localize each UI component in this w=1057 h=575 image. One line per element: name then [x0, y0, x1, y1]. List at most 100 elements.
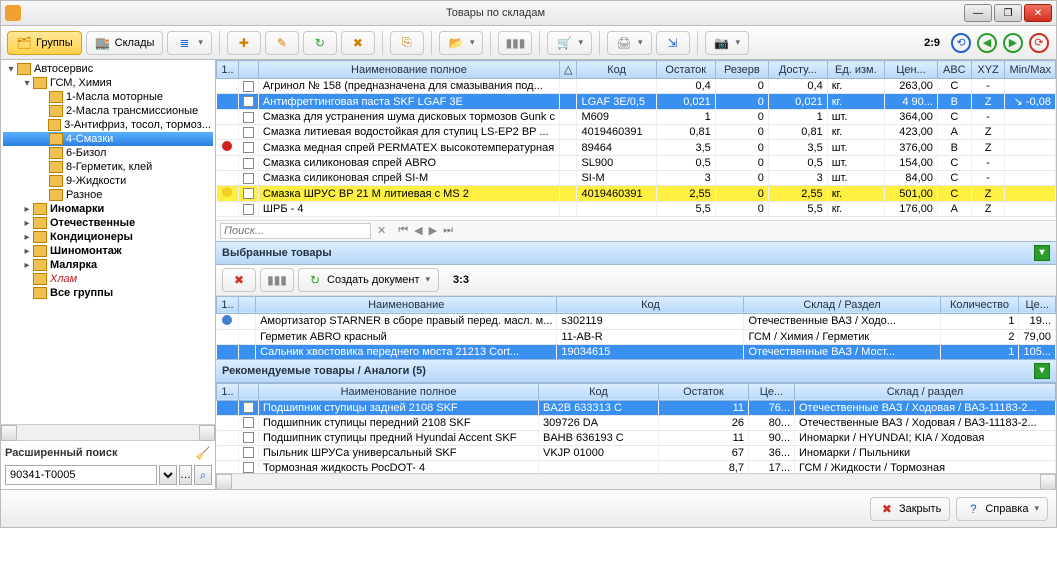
column-header[interactable] [238, 296, 255, 313]
table-row[interactable]: Сальник хвостовика переднего моста 21213… [217, 344, 1056, 359]
column-header[interactable]: ABC [937, 61, 971, 79]
tb-refresh-icon[interactable]: ↻ [303, 31, 337, 55]
tree-node[interactable]: ▸Шиномонтаж [3, 244, 213, 258]
search-more-button[interactable]: … [179, 465, 192, 485]
nav-next-icon[interactable]: ▶ [1003, 33, 1023, 53]
column-header[interactable]: Наименование полное [259, 383, 539, 400]
barcode-selected-button[interactable]: ▮▮▮ [260, 268, 294, 292]
close-button[interactable]: ✖Закрыть [870, 497, 950, 521]
groups-button[interactable]: 🗂Группы [7, 31, 82, 55]
minimize-button[interactable]: — [964, 4, 992, 22]
column-header[interactable]: Склад / раздел [795, 383, 1056, 400]
row-checkbox[interactable] [243, 188, 254, 199]
help-button[interactable]: ?Справка▾ [956, 497, 1048, 521]
table-row[interactable]: Смазка силиконовая спрей SI-MSI-M303шт.8… [217, 171, 1056, 186]
table-row[interactable]: Смазка ШРУС BP 21 M литиевая с MS 240194… [217, 186, 1056, 202]
close-window-button[interactable]: ✕ [1024, 4, 1052, 22]
tb-open-icon[interactable]: 📂▾ [439, 31, 484, 55]
column-header[interactable]: Остаток [659, 383, 749, 400]
column-header[interactable]: 1.. [217, 383, 239, 400]
tree-node[interactable]: ▸Малярка [3, 258, 213, 272]
search-input[interactable] [5, 465, 157, 485]
row-checkbox[interactable] [243, 96, 254, 107]
column-header[interactable]: Наименование полное [258, 61, 559, 79]
table-row[interactable]: Смазка для устранения шума дисковых торм… [217, 110, 1056, 125]
filter-last-icon[interactable]: ⏭ [441, 224, 455, 237]
search-go-button[interactable]: ⌕ [194, 465, 212, 485]
recommended-grid[interactable]: 1..Наименование полноеКодОстатокЦе...Скл… [216, 383, 1056, 474]
column-header[interactable]: Код [557, 296, 744, 313]
filter-first-icon[interactable]: ⏮ [396, 224, 410, 237]
collapse-selected-icon[interactable]: ▾ [1034, 245, 1050, 261]
tree-node[interactable]: 6-Бизол [3, 146, 213, 160]
row-checkbox[interactable] [243, 112, 254, 123]
row-checkbox[interactable] [243, 81, 254, 92]
row-checkbox[interactable] [243, 127, 254, 138]
table-row[interactable]: Подшипник ступицы предний Hyundai Accent… [217, 430, 1056, 445]
column-header[interactable] [239, 383, 259, 400]
column-header[interactable]: Код [539, 383, 659, 400]
search-dropdown[interactable] [159, 465, 177, 485]
nav-last-icon[interactable]: ⟳ [1029, 33, 1049, 53]
remove-selected-button[interactable]: ✖ [222, 268, 256, 292]
row-checkbox[interactable] [243, 432, 254, 443]
tree-node[interactable]: ▾ГСМ, Химия [3, 76, 213, 90]
tree-node[interactable]: ▸Иномарки [3, 202, 213, 216]
column-header[interactable]: △ [559, 61, 576, 79]
grid-h-scrollbar[interactable] [216, 473, 1056, 489]
column-header[interactable]: 1.. [217, 61, 239, 79]
filter-prev-icon[interactable]: ◀ [412, 224, 424, 237]
products-grid[interactable]: 1.. Наименование полное△КодОстатокРезервД… [216, 60, 1056, 217]
column-header[interactable]: Наименование [256, 296, 557, 313]
table-row[interactable]: ШРБ - 45,505,5кг.176,00AZ [217, 202, 1056, 217]
list-mode-button[interactable]: ≣▾ [167, 31, 212, 55]
tree-node[interactable]: 3-Антифриз, тосол, тормоз... [3, 118, 213, 132]
column-header[interactable]: Це... [1019, 296, 1056, 313]
column-header[interactable]: Код [577, 61, 656, 79]
table-row[interactable]: Смазка силиконовая спрей ABROSL9000,500,… [217, 156, 1056, 171]
table-row[interactable]: Тормозная жидкость РосDOT- 48,717...ГСМ … [217, 460, 1056, 473]
tb-copy-icon[interactable]: ⎘ [390, 31, 424, 55]
tb-barcode-icon[interactable]: ▮▮▮ [498, 31, 532, 55]
nav-first-icon[interactable]: ⟲ [951, 33, 971, 53]
table-row[interactable]: Смазка литиевая водостойкая для ступиц L… [217, 125, 1056, 140]
tree-node[interactable]: Хлам [3, 272, 213, 286]
nav-prev-icon[interactable]: ◀ [977, 33, 997, 53]
column-header[interactable]: XYZ [971, 61, 1005, 79]
column-header[interactable]: Ед. изм. [827, 61, 884, 79]
tree-node[interactable]: Все группы [3, 286, 213, 300]
tree-node[interactable]: 9-Жидкости [3, 174, 213, 188]
table-row[interactable]: Смазка медная спрей PERMATEX высокотемпе… [217, 140, 1056, 156]
tree-node[interactable]: 1-Масла моторные [3, 90, 213, 104]
table-row[interactable]: Агринол № 158 (предназначена для смазыва… [217, 79, 1056, 94]
table-row[interactable]: Герметик ABRO красный11-AB-RГСМ / Химия … [217, 329, 1056, 344]
table-row[interactable]: Подшипник ступицы передний 2108 SKF30972… [217, 415, 1056, 430]
tree-h-scrollbar[interactable] [1, 424, 215, 440]
tree-node[interactable]: 8-Герметик, клей [3, 160, 213, 174]
column-header[interactable]: Min/Max [1005, 61, 1056, 79]
tree-node[interactable]: ▸Кондиционеры [3, 230, 213, 244]
tb-export-icon[interactable]: ⇲ [656, 31, 690, 55]
table-row[interactable]: Подшипник ступицы задней 2108 SKFBA2B 63… [217, 400, 1056, 415]
tree-node[interactable]: Разное [3, 188, 213, 202]
column-header[interactable]: Резерв [715, 61, 768, 79]
filter-clear-icon[interactable]: ✕ [375, 224, 388, 237]
column-header[interactable]: Досту... [768, 61, 827, 79]
row-checkbox[interactable] [243, 204, 254, 215]
create-document-button[interactable]: ↻Создать документ▾ [298, 268, 439, 292]
selected-grid[interactable]: 1.. НаименованиеКодСклад / РазделКоличест… [216, 296, 1056, 359]
tb-print-icon[interactable]: 🖨▾ [607, 31, 652, 55]
column-header[interactable]: Цен... [885, 61, 938, 79]
column-header[interactable]: Склад / Раздел [744, 296, 940, 313]
collapse-recommended-icon[interactable]: ▾ [1034, 363, 1050, 379]
column-header[interactable]: Количество [940, 296, 1019, 313]
column-header[interactable]: Остаток [656, 61, 715, 79]
row-checkbox[interactable] [243, 447, 254, 458]
maximize-button[interactable]: ❐ [994, 4, 1022, 22]
tree-node[interactable]: 4-Смазки [3, 132, 213, 146]
table-row[interactable]: Амортизатор STARNER в сборе правый перед… [217, 313, 1056, 329]
row-checkbox[interactable] [243, 417, 254, 428]
row-checkbox[interactable] [243, 402, 254, 413]
row-checkbox[interactable] [243, 173, 254, 184]
column-header[interactable]: 1.. [217, 296, 239, 313]
